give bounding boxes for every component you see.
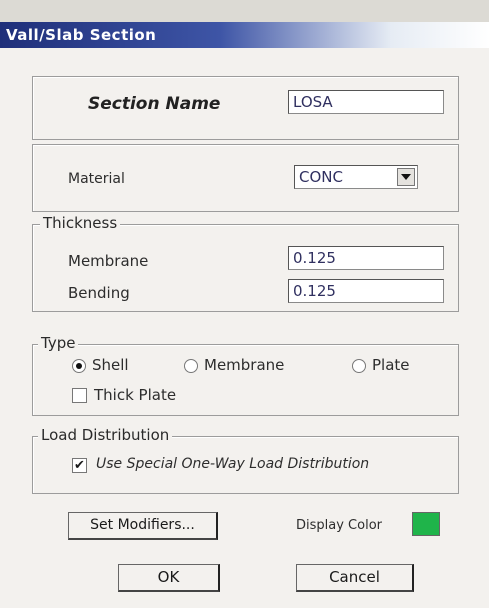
background-strip (0, 0, 489, 22)
bending-label: Bending (68, 284, 130, 302)
title-bar[interactable]: Vall/Slab Section (0, 22, 489, 48)
cancel-button[interactable]: Cancel (296, 564, 414, 592)
material-value: CONC (299, 168, 343, 186)
display-color-swatch[interactable] (412, 512, 440, 536)
material-select[interactable]: CONC (294, 165, 418, 189)
section-name-input[interactable]: LOSA (288, 90, 444, 114)
thick-plate-checkbox[interactable] (72, 388, 87, 403)
display-color-label: Display Color (296, 518, 382, 533)
type-group-label: Type (38, 334, 79, 352)
radio-shell[interactable] (72, 359, 86, 373)
shell-label[interactable]: Shell (92, 356, 129, 374)
window-title: Vall/Slab Section (6, 26, 157, 44)
membrane-thickness-input[interactable]: 0.125 (288, 246, 444, 270)
set-modifiers-button[interactable]: Set Modifiers... (68, 512, 218, 540)
dialog-body: Section Name LOSA Material CONC Thicknes… (0, 48, 489, 608)
bending-thickness-input[interactable]: 0.125 (288, 279, 444, 303)
thick-plate-label[interactable]: Thick Plate (94, 386, 176, 404)
radio-membrane[interactable] (184, 359, 198, 373)
type-group (32, 344, 459, 416)
one-way-load-checkbox[interactable]: ✔ (72, 458, 87, 473)
membrane-type-label[interactable]: Membrane (204, 356, 284, 374)
radio-plate[interactable] (352, 359, 366, 373)
thickness-group-label: Thickness (40, 214, 121, 232)
chevron-down-icon[interactable] (397, 168, 415, 186)
one-way-load-label[interactable]: Use Special One-Way Load Distribution (96, 456, 369, 472)
membrane-label: Membrane (68, 252, 149, 270)
plate-label[interactable]: Plate (372, 356, 410, 374)
load-distribution-group-label: Load Distribution (38, 426, 173, 444)
section-name-label: Section Name (88, 94, 221, 114)
material-label: Material (68, 171, 125, 187)
ok-button[interactable]: OK (118, 564, 220, 592)
